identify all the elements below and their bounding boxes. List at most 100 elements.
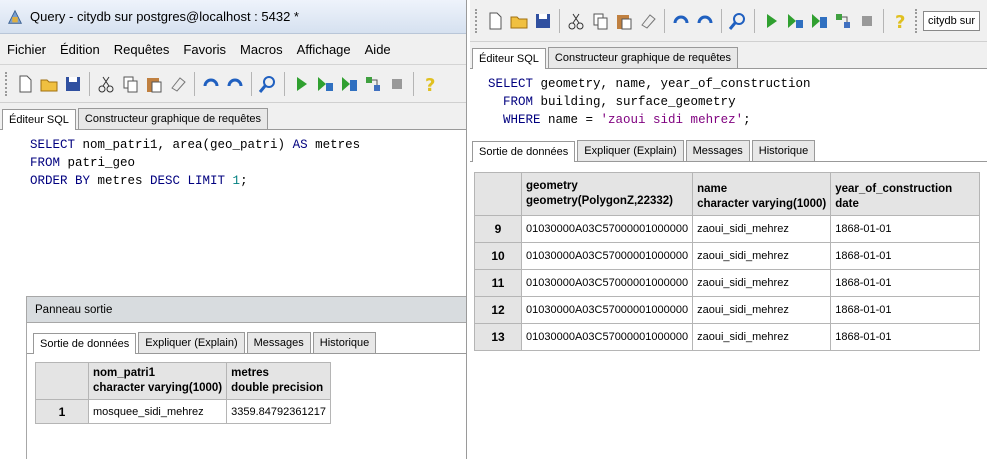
open-button[interactable] [507,8,531,34]
toolbar-grip[interactable] [915,8,920,33]
row-number[interactable]: 11 [474,269,522,297]
sql-editor[interactable]: SELECT nom_patri1, area(geo_patri) AS me… [0,130,466,190]
new-button[interactable] [483,8,507,34]
tab-messages[interactable]: Messages [685,140,750,161]
table-cell[interactable]: zaoui_sidi_mehrez [692,269,832,297]
table-cell[interactable]: 1868-01-01 [830,242,981,270]
menu-fichier[interactable]: Fichier [0,42,53,57]
stop-button[interactable] [855,8,879,34]
redo-button[interactable] [693,8,717,34]
table-row[interactable]: 13 01030000A03C57000001000000 zaoui_sidi… [474,323,981,351]
menu-aide[interactable]: Aide [358,42,398,57]
tab-data-output[interactable]: Sortie de données [472,141,576,162]
toolbar-grip[interactable] [475,8,480,33]
undo-icon [673,15,689,23]
execute-file-button[interactable] [807,8,831,34]
table-cell[interactable]: 01030000A03C57000001000000 [520,269,694,297]
table-cell[interactable]: zaoui_sidi_mehrez [692,323,832,351]
menu-favoris[interactable]: Favoris [176,42,233,57]
toolbar-grip[interactable] [5,71,10,96]
column-header[interactable]: metres double precision [226,362,331,400]
open-button[interactable] [37,71,61,97]
paste-button[interactable] [142,71,166,97]
menu-requetes[interactable]: Requêtes [107,42,177,57]
tab-history[interactable]: Historique [751,140,816,161]
tab-sql-editor[interactable]: Éditeur SQL [472,48,546,69]
undo-button[interactable] [669,8,693,34]
menu-macros[interactable]: Macros [233,42,290,57]
table-cell[interactable]: 01030000A03C57000001000000 [520,296,694,324]
explain-button[interactable] [361,71,385,97]
execute-button[interactable] [759,8,783,34]
help-button[interactable]: ? [888,8,912,34]
redo-button[interactable] [223,71,247,97]
column-type: date [835,198,859,210]
tab-data-output[interactable]: Sortie de données [33,333,137,354]
new-button[interactable] [13,71,37,97]
table-cell[interactable]: 1868-01-01 [830,269,981,297]
redo-icon [697,15,713,23]
execute-pgscript-button[interactable] [783,8,807,34]
row-number[interactable]: 1 [35,399,89,424]
stop-button[interactable] [385,71,409,97]
cut-icon [98,76,114,92]
undo-button[interactable] [199,71,223,97]
row-number[interactable]: 12 [474,296,522,324]
table-cell[interactable]: 1868-01-01 [830,323,981,351]
sql-editor[interactable]: SELECT geometry, name, year_of_construct… [470,69,987,129]
cut-button[interactable] [564,8,588,34]
row-number[interactable]: 10 [474,242,522,270]
help-icon: ? [895,12,905,31]
row-number[interactable]: 13 [474,323,522,351]
tab-query-builder[interactable]: Constructeur graphique de requêtes [547,47,739,68]
explain-button[interactable] [831,8,855,34]
row-number[interactable]: 9 [474,215,522,243]
execute-file-button[interactable] [337,71,361,97]
execute-button[interactable] [289,71,313,97]
table-cell[interactable]: zaoui_sidi_mehrez [692,242,832,270]
tab-explain[interactable]: Expliquer (Explain) [138,332,245,353]
table-row[interactable]: 10 01030000A03C57000001000000 zaoui_sidi… [474,242,981,270]
tab-history[interactable]: Historique [312,332,377,353]
table-row[interactable]: 11 01030000A03C57000001000000 zaoui_sidi… [474,269,981,297]
table-row[interactable]: 9 01030000A03C57000001000000 zaoui_sidi_… [474,215,981,243]
cut-button[interactable] [94,71,118,97]
column-header[interactable]: nom_patri1 character varying(1000) [87,362,228,400]
tab-explain[interactable]: Expliquer (Explain) [577,140,684,161]
database-selector[interactable]: citydb sur [923,10,981,31]
paste-button[interactable] [612,8,636,34]
column-header[interactable]: geometry geometry(PolygonZ,22332) [520,172,694,216]
tab-query-builder[interactable]: Constructeur graphique de requêtes [77,108,269,129]
column-header[interactable]: name character varying(1000) [692,172,832,216]
table-cell[interactable]: zaoui_sidi_mehrez [692,296,832,324]
table-cell[interactable]: 1868-01-01 [830,296,981,324]
menu-affichage[interactable]: Affichage [290,42,358,57]
help-button[interactable]: ? [418,71,442,97]
table-cell[interactable]: zaoui_sidi_mehrez [692,215,832,243]
copy-button[interactable] [118,71,142,97]
tab-messages[interactable]: Messages [246,332,311,353]
table-cell[interactable]: 3359.84792361217 [226,399,331,424]
tab-sql-editor[interactable]: Éditeur SQL [2,109,76,130]
clear-button[interactable] [636,8,660,34]
table-cell[interactable]: 1868-01-01 [830,215,981,243]
save-button[interactable] [61,71,85,97]
table-cell[interactable]: 01030000A03C57000001000000 [520,323,694,351]
table-cell[interactable]: mosquee_sidi_mehrez [87,399,228,424]
table-row[interactable]: 12 01030000A03C57000001000000 zaoui_sidi… [474,296,981,324]
cut-icon [568,13,584,29]
find-button[interactable] [726,8,750,34]
find-button[interactable] [256,71,280,97]
copy-button[interactable] [588,8,612,34]
separator [194,71,195,96]
menu-edition[interactable]: Édition [53,42,107,57]
table-cell[interactable]: 01030000A03C57000001000000 [520,242,694,270]
column-header[interactable]: year_of_construction date [830,172,981,216]
table-row[interactable]: 1 mosquee_sidi_mehrez 3359.84792361217 [35,399,331,424]
save-button[interactable] [531,8,555,34]
clear-button[interactable] [166,71,190,97]
table-cell[interactable]: 01030000A03C57000001000000 [520,215,694,243]
execute-pgscript-button[interactable] [313,71,337,97]
column-type: character varying(1000) [697,198,827,210]
svg-text:?: ? [895,12,905,31]
